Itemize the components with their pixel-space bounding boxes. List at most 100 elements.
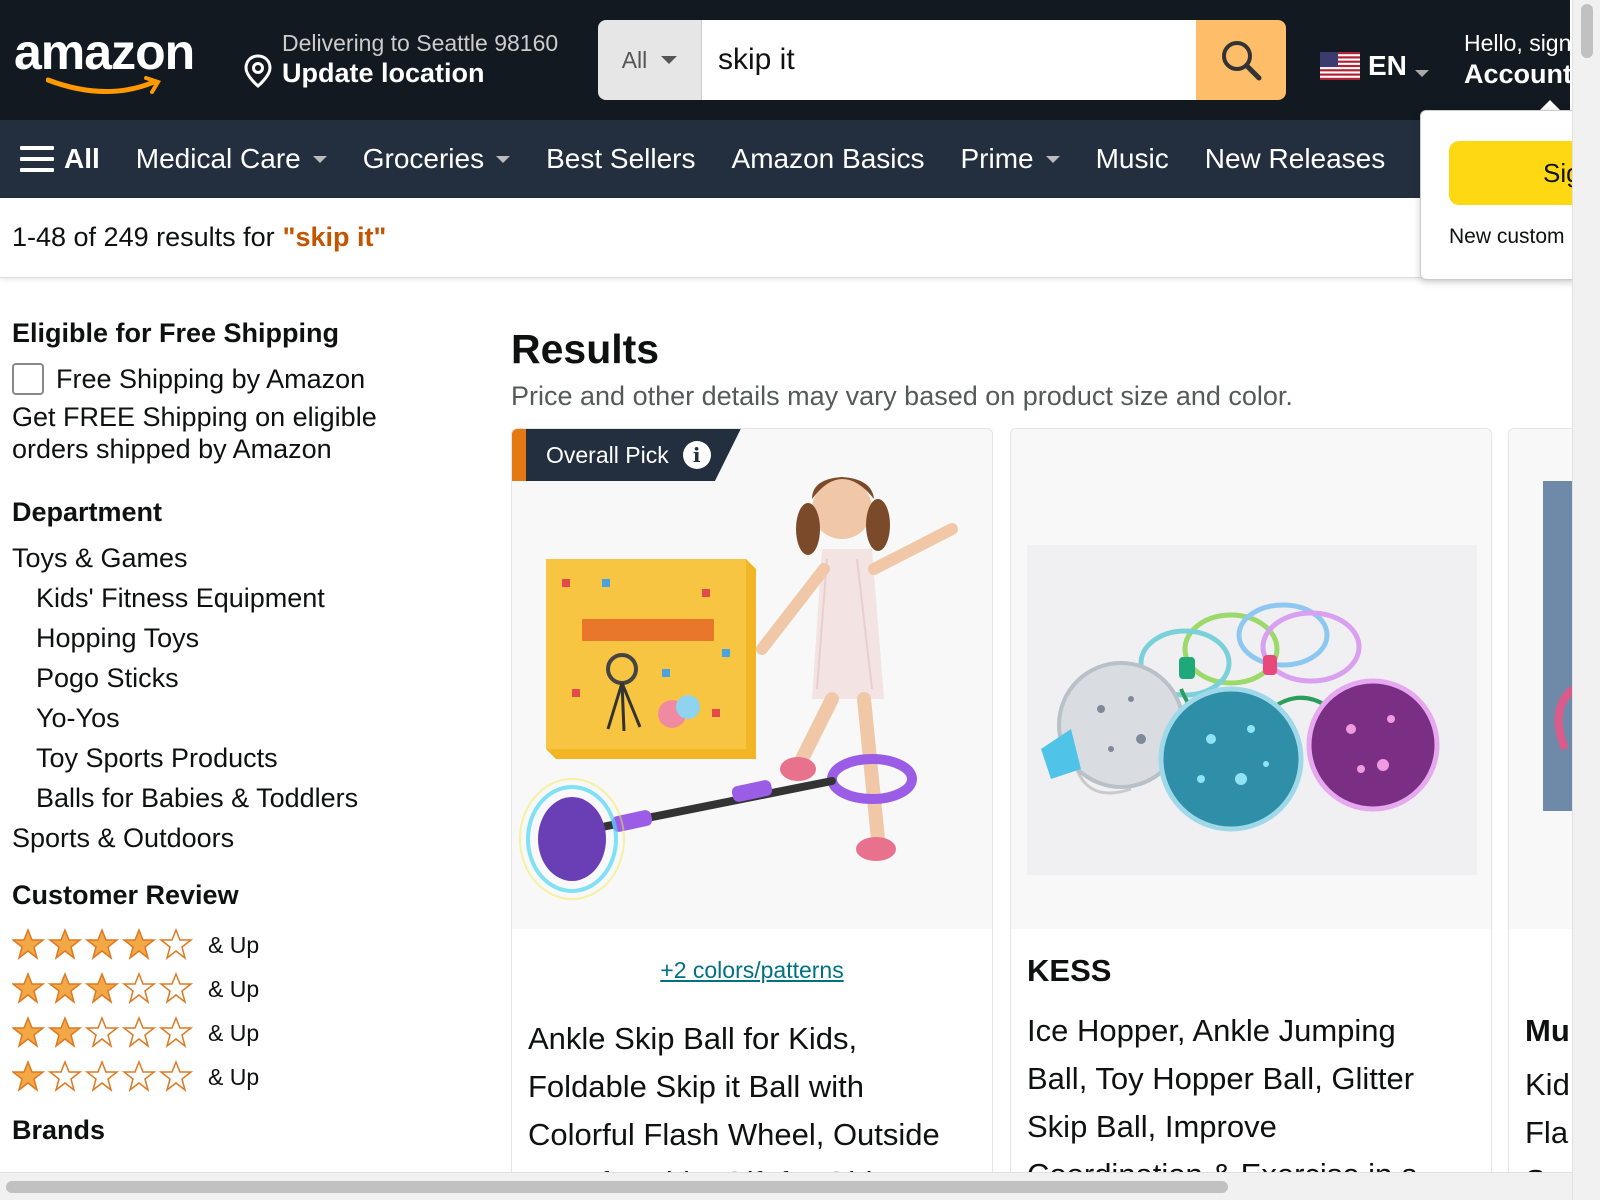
nav-item-label: New Releases: [1204, 143, 1386, 174]
nav-item-amazon-basics[interactable]: Amazon Basics: [732, 143, 925, 175]
review-filter-2-stars[interactable]: & Up: [12, 1011, 472, 1055]
account-menu[interactable]: Hello, sign Account: [1464, 30, 1572, 90]
account-greeting: Hello, sign: [1464, 30, 1572, 56]
department-link-pogo-sticks[interactable]: Pogo Sticks: [12, 658, 472, 698]
star-empty-icon: [84, 1060, 120, 1092]
review-filter-3-stars[interactable]: & Up: [12, 967, 472, 1011]
product-card[interactable]: Overall Pick i +2 colors/patterns Ankle …: [511, 428, 993, 1188]
star-rating-icon: [12, 1060, 194, 1092]
customer-review-heading: Customer Review: [12, 880, 239, 910]
star-filled-icon: [47, 928, 83, 960]
star-filled-icon: [84, 972, 120, 1004]
star-empty-icon: [158, 1060, 194, 1092]
department-link-sports-outdoors[interactable]: Sports & Outdoors: [12, 818, 472, 858]
update-location-link[interactable]: Update location: [282, 58, 485, 89]
chevron-down-icon: [1045, 155, 1060, 163]
star-empty-icon: [121, 1016, 157, 1048]
overall-pick-badge[interactable]: Overall Pick i: [512, 429, 741, 481]
star-empty-icon: [121, 1060, 157, 1092]
free-shipping-checkbox[interactable]: [12, 363, 44, 395]
results-info-bar: 1-48 of 249 results for "skip it": [0, 198, 1570, 278]
account-label: Account: [1464, 59, 1572, 89]
review-filter-4-stars[interactable]: & Up: [12, 923, 472, 967]
chevron-down-icon: [496, 155, 511, 163]
popover-arrow: [1540, 100, 1560, 110]
title-line: Ice Hopper, Ankle Jumping: [1027, 1013, 1396, 1048]
colors-patterns-link[interactable]: +2 colors/patterns: [512, 957, 992, 984]
brands-heading: Brands: [12, 1115, 106, 1145]
nav-all-menu[interactable]: All: [20, 143, 100, 175]
hamburger-menu-icon: [20, 146, 54, 172]
language-selector[interactable]: EN: [1320, 50, 1429, 82]
star-empty-icon: [84, 1016, 120, 1048]
nav-item-label: Prime: [960, 143, 1034, 174]
horizontal-scroll-thumb[interactable]: [6, 1181, 1228, 1193]
free-shipping-heading: Eligible for Free Shipping: [12, 318, 340, 348]
star-filled-icon: [84, 928, 120, 960]
star-filled-icon: [47, 1016, 83, 1048]
title-line: Skip Ball, Improve: [1027, 1109, 1277, 1144]
search-bar: All: [598, 20, 1286, 100]
star-filled-icon: [12, 972, 46, 1004]
review-filter-1-stars[interactable]: & Up: [12, 1055, 472, 1099]
product-title-link[interactable]: Ankle Skip Ball for Kids, Foldable Skip …: [528, 1015, 978, 1187]
star-empty-icon: [158, 1016, 194, 1048]
vertical-scrollbar[interactable]: [1572, 0, 1600, 1200]
skip-ball-product-photo: [512, 429, 992, 929]
results-heading: Results: [511, 326, 660, 372]
chevron-down-icon: [312, 155, 327, 163]
nav-item-label: Music: [1095, 143, 1169, 174]
product-image[interactable]: [512, 429, 992, 929]
horizontal-scrollbar[interactable]: [0, 1172, 1572, 1200]
results-subheading: Price and other details may vary based o…: [511, 381, 1293, 411]
nav-bar: All Medical Care Groceries Best Sellers …: [0, 120, 1570, 198]
star-empty-icon: [121, 972, 157, 1004]
info-icon[interactable]: i: [682, 441, 711, 469]
department-link-yo-yos[interactable]: Yo-Yos: [12, 698, 472, 738]
nav-item-label: Amazon Basics: [731, 143, 925, 174]
nav-item-medical-care[interactable]: Medical Care: [136, 143, 327, 175]
nav-item-music[interactable]: Music: [1096, 143, 1169, 175]
department-link-kids-fitness[interactable]: Kids' Fitness Equipment: [12, 578, 472, 618]
search-input[interactable]: [702, 20, 1196, 100]
new-customer-text[interactable]: New custom: [1449, 225, 1565, 249]
star-filled-icon: [121, 928, 157, 960]
free-shipping-filter[interactable]: Free Shipping by Amazon: [12, 363, 472, 395]
product-card[interactable]: KESS Ice Hopper, Ankle Jumping Ball, Toy…: [1010, 428, 1492, 1188]
title-line: Foldable Skip it Ball with: [528, 1069, 864, 1104]
department-link-toys-games[interactable]: Toys & Games: [12, 538, 472, 578]
free-shipping-label: Free Shipping by Amazon: [56, 363, 366, 394]
department-link-toy-sports[interactable]: Toy Sports Products: [12, 738, 472, 778]
review-filter-list: & Up & Up & Up & Up: [12, 923, 472, 1099]
results-count: 1-48 of 249 results for: [12, 222, 275, 252]
title-line: Ball, Toy Hopper Ball, Glitter: [1027, 1061, 1415, 1096]
badge-edge: [512, 429, 526, 481]
star-empty-icon: [158, 972, 194, 1004]
nav-item-new-releases[interactable]: New Releases: [1205, 143, 1386, 175]
review-filter-label: & Up: [208, 1063, 260, 1090]
vertical-scroll-thumb[interactable]: [1581, 4, 1593, 58]
department-link-balls-babies[interactable]: Balls for Babies & Toddlers: [12, 778, 472, 818]
star-filled-icon: [12, 928, 46, 960]
product-image[interactable]: [1011, 429, 1491, 929]
product-title-link[interactable]: Ice Hopper, Ankle Jumping Ball, Toy Hopp…: [1027, 1007, 1477, 1187]
star-rating-icon: [12, 1016, 194, 1048]
amazon-logo[interactable]: amazon: [14, 24, 214, 96]
free-shipping-description: Get FREE Shipping on eligible orders shi…: [12, 402, 377, 464]
search-category-label: All: [621, 46, 648, 73]
delivering-to-text: Delivering to Seattle 98160: [282, 30, 559, 56]
star-empty-icon: [158, 928, 194, 960]
nav-item-prime[interactable]: Prime: [960, 143, 1060, 175]
search-button[interactable]: [1196, 20, 1286, 100]
department-link-hopping-toys[interactable]: Hopping Toys: [12, 618, 472, 658]
nav-item-best-sellers[interactable]: Best Sellers: [546, 143, 695, 175]
search-category-dropdown[interactable]: All: [598, 20, 702, 100]
logo-wordmark: amazon: [14, 24, 195, 80]
chevron-down-icon: [661, 56, 678, 64]
nav-item-groceries[interactable]: Groceries: [362, 143, 511, 175]
product-brand: Mu: [1525, 1013, 1570, 1048]
nav-item-label: Groceries: [362, 143, 485, 174]
star-filled-icon: [12, 1016, 46, 1048]
filter-sidebar: Eligible for Free Shipping Free Shipping…: [12, 318, 472, 1146]
review-filter-label: & Up: [208, 931, 260, 958]
